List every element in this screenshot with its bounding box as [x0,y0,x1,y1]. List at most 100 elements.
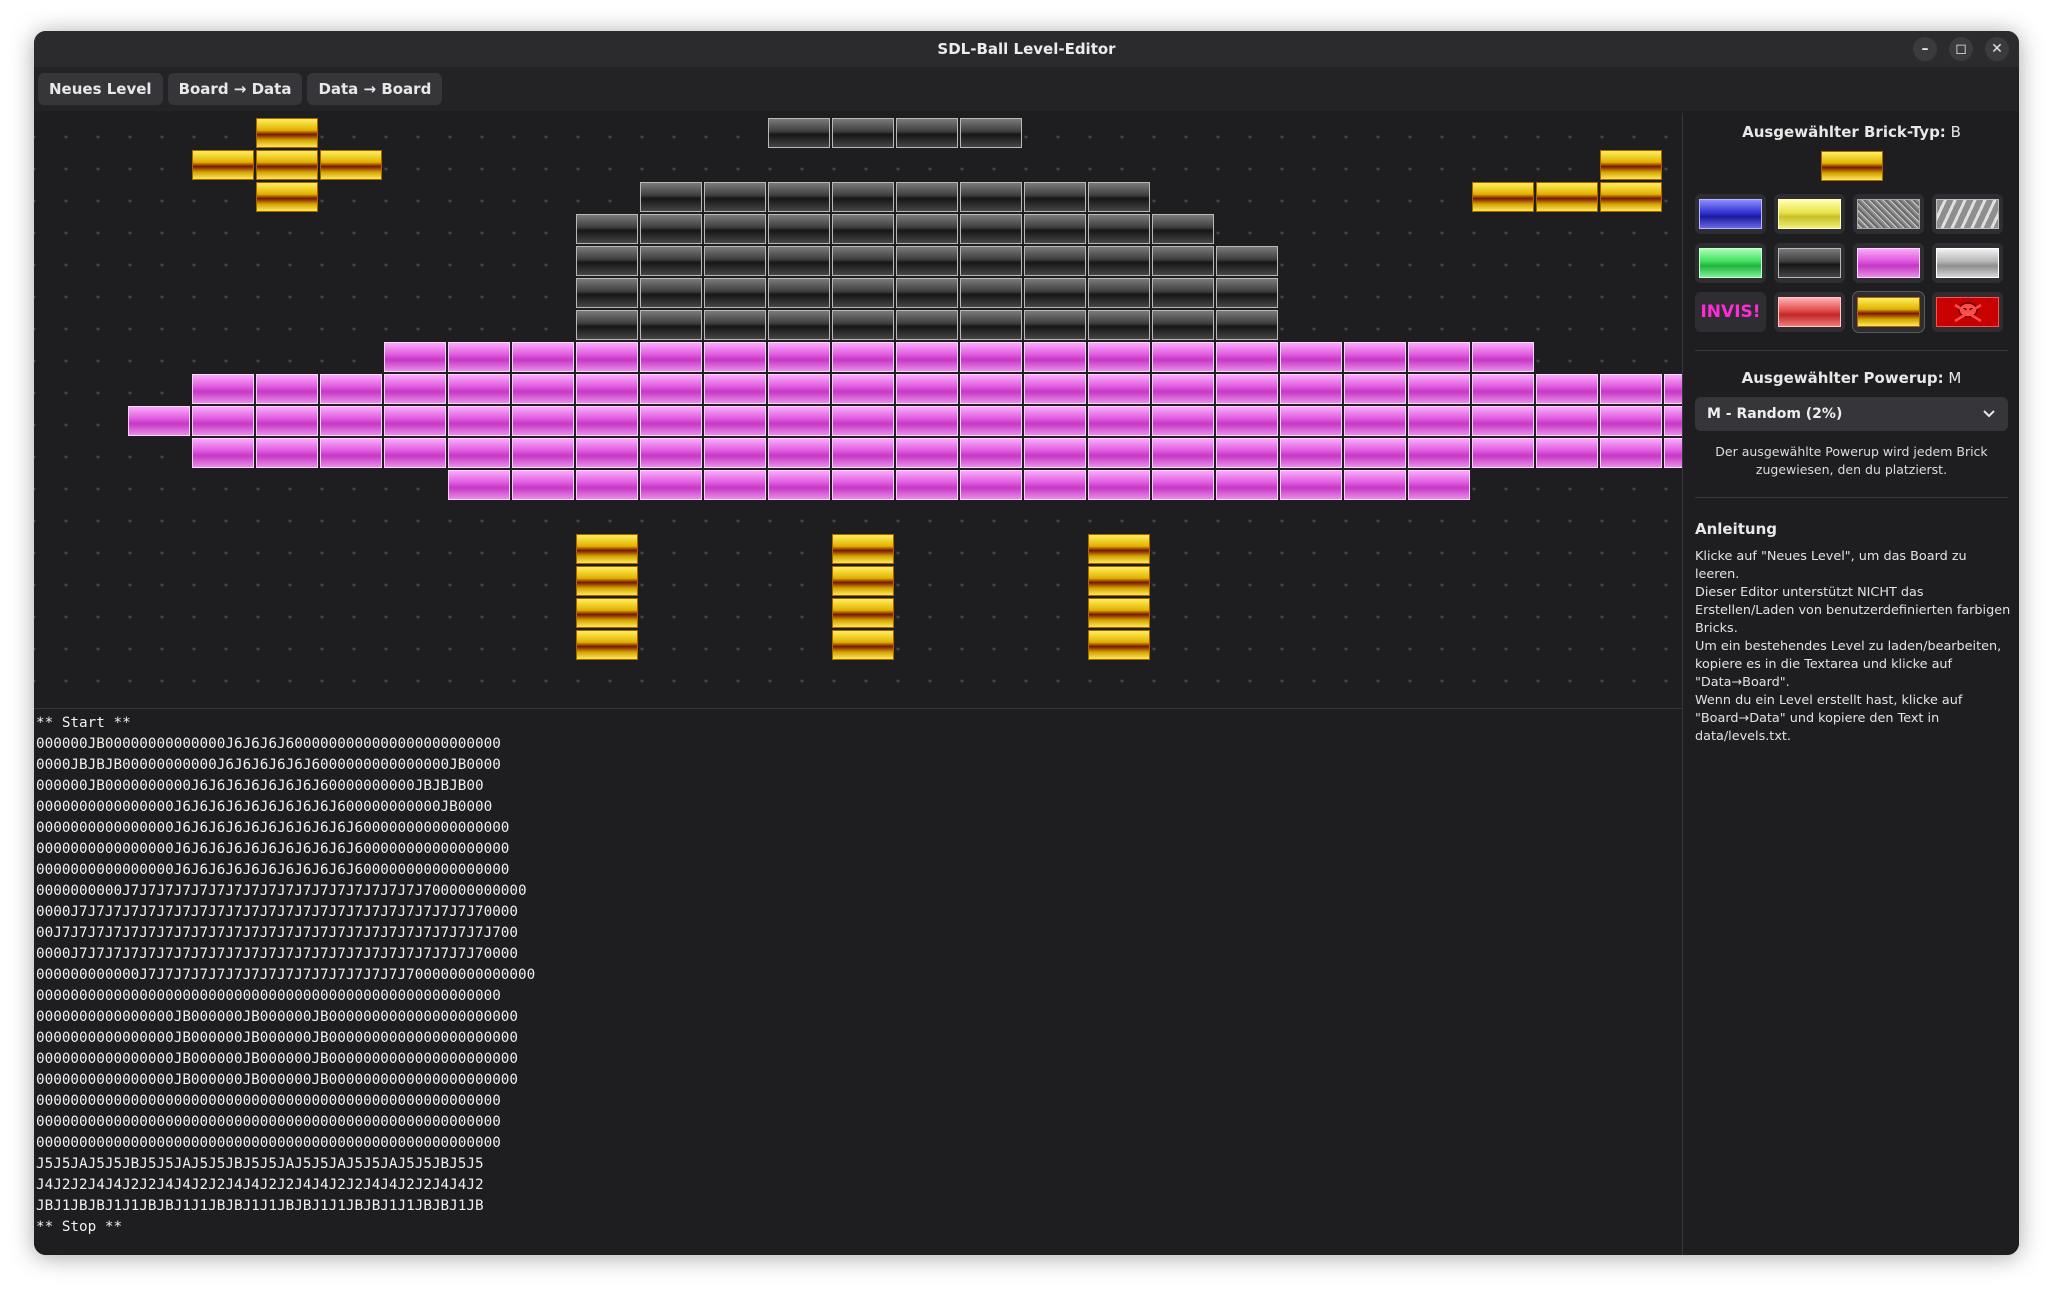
brick-6j[interactable] [1024,150,1086,180]
palette-red-brick[interactable] [1774,292,1845,332]
brick-jb[interactable] [832,598,894,628]
brick-j7[interactable] [640,374,702,404]
brick-j7[interactable] [1344,342,1406,372]
brick-j7[interactable] [448,374,510,404]
brick-jb[interactable] [576,630,638,660]
brick-j7[interactable] [1024,342,1086,372]
palette-noise-brick[interactable] [1853,194,1924,234]
brick-j7[interactable] [1216,406,1278,436]
palette-explosive-brick[interactable] [1932,292,2003,332]
brick-6j[interactable] [960,150,1022,180]
brick-j7[interactable] [960,342,1022,372]
brick-j6[interactable] [896,182,958,212]
level-data-textarea[interactable]: ** Start ** 000000JB00000000000000J6J6J6… [34,708,1682,1255]
brick-jb[interactable] [256,150,318,180]
powerup-select[interactable]: M - Random (2%) [1695,397,2008,431]
palette-yellow-brick[interactable] [1774,194,1845,234]
brick-j7[interactable] [1280,406,1342,436]
brick-j7[interactable] [1024,438,1086,468]
palette-magenta-brick[interactable] [1853,243,1924,283]
brick-j7[interactable] [704,406,766,436]
brick-j7[interactable] [384,342,446,372]
brick-j6[interactable] [704,214,766,244]
brick-j7[interactable] [448,470,510,500]
brick-j6[interactable] [1152,214,1214,244]
brick-j6[interactable] [896,310,958,340]
brick-jb[interactable] [1600,150,1662,180]
brick-j6[interactable] [1024,278,1086,308]
brick-j7[interactable] [832,374,894,404]
brick-j6[interactable] [1024,246,1086,276]
brick-j7[interactable] [768,406,830,436]
brick-j7[interactable] [192,374,254,404]
brick-j6[interactable] [640,214,702,244]
brick-jb[interactable] [1600,182,1662,212]
brick-j7[interactable] [256,438,318,468]
brick-j7[interactable] [576,438,638,468]
maximize-button[interactable]: ◻ [1949,37,1973,61]
palette-striped-brick[interactable] [1932,194,2003,234]
brick-j6[interactable] [832,278,894,308]
brick-j7[interactable] [512,470,574,500]
brick-j6[interactable] [576,278,638,308]
brick-j6[interactable] [960,310,1022,340]
brick-j7[interactable] [1152,374,1214,404]
brick-j6[interactable] [960,214,1022,244]
brick-j7[interactable] [1344,438,1406,468]
brick-j7[interactable] [1088,470,1150,500]
brick-j7[interactable] [448,438,510,468]
brick-j7[interactable] [896,438,958,468]
palette-blue-brick[interactable] [1695,194,1766,234]
brick-j7[interactable] [1536,406,1598,436]
brick-j7[interactable] [576,374,638,404]
brick-j7[interactable] [832,438,894,468]
brick-j7[interactable] [576,406,638,436]
brick-j7[interactable] [1344,406,1406,436]
brick-j7[interactable] [1472,438,1534,468]
brick-j7[interactable] [640,470,702,500]
brick-j7[interactable] [1152,438,1214,468]
brick-j7[interactable] [704,438,766,468]
brick-j6[interactable] [896,118,958,148]
brick-j7[interactable] [1024,374,1086,404]
brick-j6[interactable] [832,182,894,212]
brick-j7[interactable] [1216,470,1278,500]
brick-j7[interactable] [1472,406,1534,436]
brick-j6[interactable] [1152,310,1214,340]
brick-j7[interactable] [1024,470,1086,500]
close-button[interactable]: ✕ [1985,37,2009,61]
brick-j7[interactable] [960,438,1022,468]
brick-j7[interactable] [384,374,446,404]
brick-6j[interactable] [832,150,894,180]
brick-j7[interactable] [832,470,894,500]
brick-j7[interactable] [1216,342,1278,372]
brick-j6[interactable] [1088,182,1150,212]
brick-j6[interactable] [1152,246,1214,276]
brick-j7[interactable] [832,406,894,436]
brick-j7[interactable] [704,470,766,500]
brick-j7[interactable] [1152,470,1214,500]
brick-0j[interactable] [704,150,766,180]
brick-j7[interactable] [320,438,382,468]
brick-j7[interactable] [1088,438,1150,468]
brick-j6[interactable] [832,246,894,276]
brick-j6[interactable] [768,118,830,148]
brick-0j[interactable] [1536,214,1598,244]
brick-j7[interactable] [448,342,510,372]
brick-j7[interactable] [640,342,702,372]
brick-jb[interactable] [576,534,638,564]
new-level-button[interactable]: Neues Level [38,73,163,105]
brick-j7[interactable] [256,374,318,404]
brick-j7[interactable] [1344,470,1406,500]
brick-j7[interactable] [1408,374,1470,404]
brick-j7[interactable] [1152,342,1214,372]
brick-j6[interactable] [768,246,830,276]
brick-j6[interactable] [960,182,1022,212]
brick-jb[interactable] [832,630,894,660]
brick-j7[interactable] [128,406,190,436]
brick-j7[interactable] [960,470,1022,500]
brick-j7[interactable] [768,438,830,468]
brick-j6[interactable] [960,118,1022,148]
brick-j6[interactable] [704,310,766,340]
brick-j7[interactable] [320,374,382,404]
